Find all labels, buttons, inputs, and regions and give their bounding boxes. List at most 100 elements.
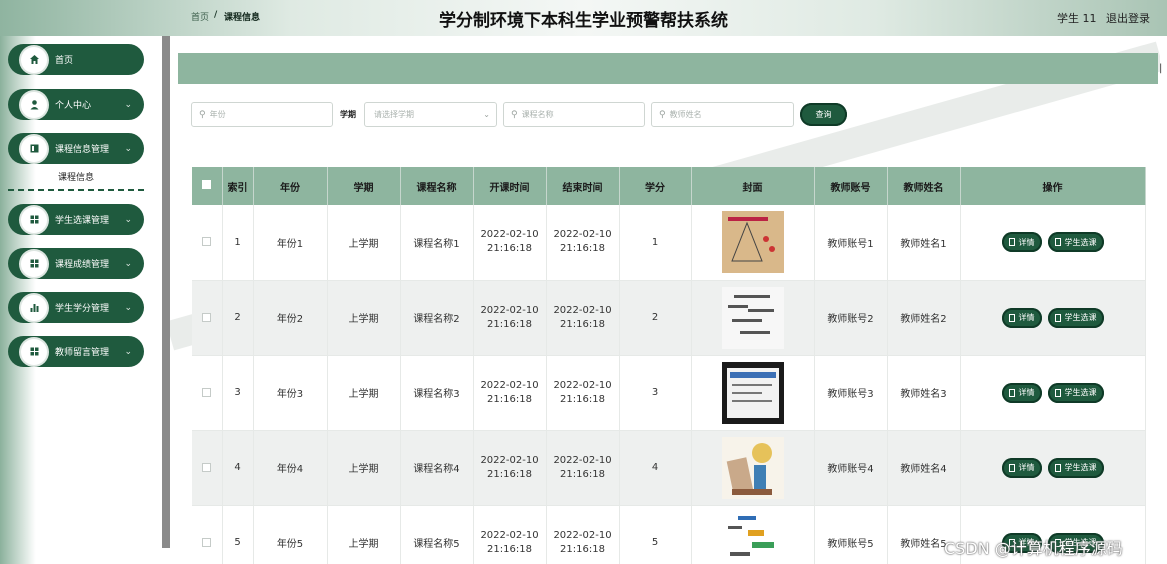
query-button[interactable]: 查询 — [800, 103, 847, 126]
select-all-checkbox[interactable] — [192, 167, 223, 205]
cell-course: 课程名称2 — [400, 280, 474, 356]
grid-icon — [21, 206, 47, 233]
cover-image[interactable] — [721, 286, 784, 349]
cover-image[interactable] — [721, 211, 784, 274]
chevron-down-icon: ⌄ — [124, 214, 132, 225]
sidebar-item-label: 课程成绩管理 — [55, 260, 110, 270]
sidebar-item-course-selection[interactable]: 学生选课管理 ⌄ — [8, 204, 144, 235]
cell-semester: 上学期 — [327, 505, 401, 564]
cell-actions: 详情 学生选课 — [960, 355, 1146, 431]
end-clock: 21:16:18 — [560, 318, 605, 330]
sidebar-item-label: 个人中心 — [55, 101, 92, 111]
cover-image[interactable] — [721, 511, 784, 564]
chevron-down-icon: ⌄ — [124, 143, 132, 154]
sidebar-item-label: 学生学分管理 — [55, 304, 110, 314]
current-user: 学生 11 — [1057, 12, 1097, 25]
column-header-course[interactable]: 课程名称 — [400, 167, 474, 205]
start-clock: 21:16:18 — [487, 243, 532, 255]
column-header-teacher-account[interactable]: 教师账号 — [814, 167, 888, 205]
cell-start-time: 2022-02-10 21:16:18 — [473, 355, 547, 431]
column-header-credit[interactable]: 学分 — [619, 167, 692, 205]
select-course-button[interactable]: 学生选课 — [1047, 457, 1104, 478]
cell-teacher-name: 教师姓名3 — [887, 355, 961, 431]
cell-year: 年份1 — [253, 205, 328, 281]
start-date: 2022-02-10 — [480, 304, 539, 316]
breadcrumb-home[interactable]: 首页 — [191, 10, 209, 23]
end-date: 2022-02-10 — [553, 379, 612, 391]
cell-credit: 5 — [619, 505, 692, 564]
column-header-actions: 操作 — [960, 167, 1146, 205]
sidebar-item-profile[interactable]: 个人中心 ⌄ — [8, 89, 144, 120]
row-checkbox[interactable] — [192, 205, 223, 281]
column-header-semester[interactable]: 学期 — [327, 167, 401, 205]
cell-teacher-account: 教师账号3 — [814, 355, 888, 431]
table-header-row: 索引 年份 学期 课程名称 开课时间 结束时间 学分 封面 教师账号 教师姓名 … — [192, 167, 1146, 205]
table-row: 2 年份2 上学期 课程名称2 2022-02-10 21:16:18 2022-02-10… — [192, 280, 1146, 356]
document-icon — [1054, 463, 1061, 472]
sidebar-item-label: 首页 — [55, 56, 74, 66]
sidebar-item-grades[interactable]: 课程成绩管理 ⌄ — [8, 248, 144, 279]
select-course-label: 学生选课 — [1064, 388, 1097, 397]
sidebar-item-messages[interactable]: 教师留言管理 ⌄ — [8, 336, 144, 367]
year-search-input[interactable]: ⚲ 年份 — [191, 102, 333, 127]
grid-icon — [21, 338, 47, 365]
cell-year: 年份5 — [253, 505, 328, 564]
course-name-search-input[interactable]: ⚲ 课程名称 — [503, 102, 645, 127]
semester-placeholder: 请选择学期 — [374, 110, 414, 119]
window-edge-mark: | — [1159, 63, 1163, 74]
end-clock: 21:16:18 — [560, 243, 605, 255]
cell-actions: 详情 学生选课 — [960, 430, 1146, 506]
start-clock: 21:16:18 — [487, 468, 532, 480]
cell-credit: 4 — [619, 430, 692, 506]
cell-end-time: 2022-02-10 21:16:18 — [546, 505, 620, 564]
column-header-teacher-name[interactable]: 教师姓名 — [887, 167, 961, 205]
sidebar-item-home[interactable]: 首页 — [8, 44, 144, 75]
detail-button[interactable]: 详情 — [1001, 382, 1042, 403]
sidebar-item-course-info[interactable]: 课程信息管理 ⌄ — [8, 133, 144, 164]
end-clock: 21:16:18 — [560, 543, 605, 555]
cell-cover — [691, 430, 815, 506]
cell-index: 4 — [222, 430, 254, 506]
semester-select[interactable]: 请选择学期 ⌄ — [364, 102, 497, 127]
top-bar: 学分制环境下本科生学业预警帮扶系统 学生 11 退出登录 — [0, 0, 1167, 36]
search-icon: ⚲ — [199, 109, 206, 120]
select-course-button[interactable]: 学生选课 — [1047, 382, 1104, 403]
document-icon — [1008, 463, 1015, 472]
sidebar-scrollbar[interactable] — [162, 36, 170, 548]
column-header-index[interactable]: 索引 — [222, 167, 254, 205]
table-row: 3 年份3 上学期 课程名称3 2022-02-10 21:16:18 2022-02-10… — [192, 355, 1146, 431]
start-date: 2022-02-10 — [480, 454, 539, 466]
sidebar-item-credits[interactable]: 学生学分管理 ⌄ — [8, 292, 144, 323]
row-checkbox[interactable] — [192, 280, 223, 356]
row-checkbox[interactable] — [192, 505, 223, 564]
logout-link[interactable]: 退出登录 — [1106, 10, 1150, 26]
end-date: 2022-02-10 — [553, 529, 612, 541]
cell-year: 年份3 — [253, 355, 328, 431]
cover-image[interactable] — [721, 361, 784, 424]
detail-button[interactable]: 详情 — [1001, 307, 1042, 328]
cell-credit: 1 — [619, 205, 692, 281]
book-icon — [21, 135, 47, 162]
cell-semester: 上学期 — [327, 205, 401, 281]
cell-year: 年份2 — [253, 280, 328, 356]
submenu-course-info[interactable]: 课程信息 — [8, 169, 144, 191]
select-course-button[interactable]: 学生选课 — [1047, 307, 1104, 328]
document-icon — [1008, 388, 1015, 397]
detail-button[interactable]: 详情 — [1001, 457, 1042, 478]
end-clock: 21:16:18 — [560, 393, 605, 405]
cell-start-time: 2022-02-10 21:16:18 — [473, 205, 547, 281]
chevron-down-icon: ⌄ — [124, 346, 132, 357]
row-checkbox[interactable] — [192, 355, 223, 431]
course-placeholder: 课程名称 — [521, 110, 554, 119]
column-header-year[interactable]: 年份 — [253, 167, 328, 205]
column-header-end-time[interactable]: 结束时间 — [546, 167, 620, 205]
cell-teacher-account: 教师账号5 — [814, 505, 888, 564]
detail-button[interactable]: 详情 — [1001, 232, 1042, 253]
teacher-name-search-input[interactable]: ⚲ 教师姓名 — [651, 102, 794, 127]
cell-start-time: 2022-02-10 21:16:18 — [473, 430, 547, 506]
cell-course: 课程名称1 — [400, 205, 474, 281]
row-checkbox[interactable] — [192, 430, 223, 506]
column-header-start-time[interactable]: 开课时间 — [473, 167, 547, 205]
select-course-button[interactable]: 学生选课 — [1047, 232, 1104, 253]
cover-image[interactable] — [721, 436, 784, 499]
